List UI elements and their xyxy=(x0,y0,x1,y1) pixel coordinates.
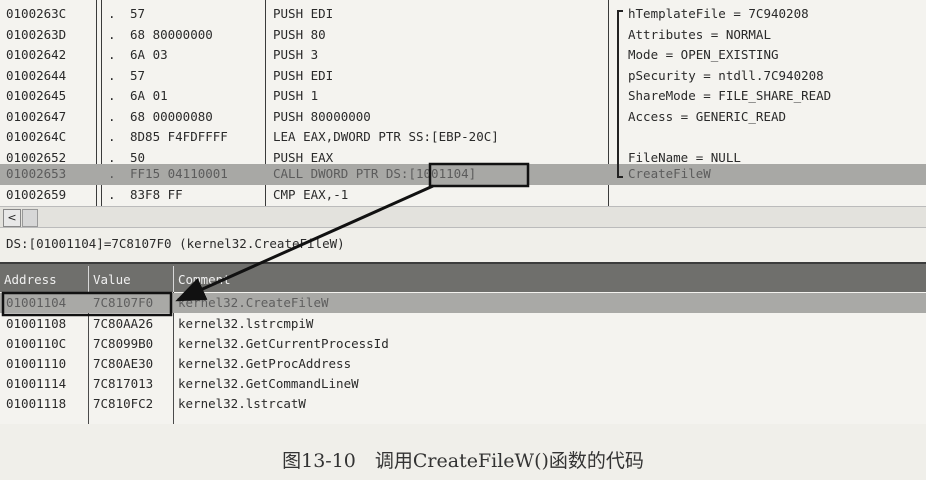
disasm-instruction: CALL DWORD PTR DS:[1001104] xyxy=(273,166,477,181)
dump-value: 7C80AE30 xyxy=(93,356,154,371)
disasm-address: 0100263C xyxy=(6,6,67,21)
disasm-marker: . xyxy=(108,129,116,144)
dump-address: 01001110 xyxy=(6,356,67,371)
disasm-instruction: LEA EAX,DWORD PTR SS:[EBP-20C] xyxy=(273,129,499,144)
disasm-comment: hTemplateFile = 7C940208 xyxy=(628,6,809,21)
scroll-thumb[interactable] xyxy=(22,209,38,227)
disasm-comment: Attributes = NORMAL xyxy=(628,26,771,42)
dump-row[interactable]: 01001118 7C810FC2 kernel32.lstrcatW xyxy=(0,394,926,414)
dump-value: 7C810FC2 xyxy=(93,396,154,411)
dump-address: 01001108 xyxy=(6,316,67,331)
disasm-marker: . xyxy=(108,26,116,42)
column-header-address[interactable]: Address xyxy=(0,270,88,290)
disasm-comment: ShareMode = FILE_SHARE_READ xyxy=(628,88,832,103)
dump-comment: kernel32.GetCommandLineW xyxy=(178,376,359,391)
dump-address: 01001104 xyxy=(6,295,67,310)
disasm-address: 01002653 xyxy=(6,166,67,181)
dump-header: Address Value Comment xyxy=(0,262,926,292)
disasm-comment: pSecurity = ntdll.7C940208 xyxy=(628,67,824,83)
argument-bracket xyxy=(617,10,623,178)
dump-pane[interactable]: Address Value Comment 01001104 7C8107F0 … xyxy=(0,262,926,424)
disasm-hex: 68 80000000 xyxy=(130,26,213,42)
disasm-comment: Access = GENERIC_READ xyxy=(628,108,787,124)
dump-comment: kernel32.GetCurrentProcessId xyxy=(178,336,389,351)
disasm-row[interactable]: 01002659 . 83F8 FF CMP EAX,-1 xyxy=(0,185,926,206)
disasm-instruction: CMP EAX,-1 xyxy=(273,186,349,202)
disasm-marker: . xyxy=(108,186,116,202)
scroll-left-arrow-icon[interactable]: < xyxy=(3,209,21,227)
dump-row[interactable]: 0100110C 7C8099B0 kernel32.GetCurrentPro… xyxy=(0,334,926,354)
disasm-comment: CreateFileW xyxy=(628,166,711,181)
disasm-hex: 8D85 F4FDFFFF xyxy=(130,129,228,144)
disasm-address: 01002644 xyxy=(6,67,67,83)
disasm-hex: 57 xyxy=(130,6,146,21)
dump-row[interactable]: 01001110 7C80AE30 kernel32.GetProcAddres… xyxy=(0,354,926,374)
disasm-row[interactable]: 01002644 . 57 PUSH EDI pSecurity = ntdll… xyxy=(0,66,926,87)
column-header-comment[interactable]: Comment xyxy=(174,270,474,290)
dump-value: 7C80AA26 xyxy=(93,316,154,331)
disasm-instruction: PUSH 1 xyxy=(273,88,319,103)
column-header-value[interactable]: Value xyxy=(89,270,173,290)
disasm-marker: . xyxy=(108,108,116,124)
disasm-row[interactable]: 0100263C . 57 PUSH EDI hTemplateFile = 7… xyxy=(0,4,926,25)
disasm-instruction: PUSH 80000000 xyxy=(273,108,371,124)
disasm-row[interactable]: 01002647 . 68 00000080 PUSH 80000000 Acc… xyxy=(0,107,926,128)
disasm-row-selected[interactable]: 01002653 . FF15 04110001 CALL DWORD PTR … xyxy=(0,164,926,185)
disasm-row[interactable]: 0100264C . 8D85 F4FDFFFF LEA EAX,DWORD P… xyxy=(0,127,926,148)
disasm-marker: . xyxy=(108,67,116,83)
dump-row-selected[interactable]: 01001104 7C8107F0 kernel32.CreateFileW xyxy=(0,293,926,313)
disasm-hex: 83F8 FF xyxy=(130,186,183,202)
dump-comment: kernel32.lstrcatW xyxy=(178,396,306,411)
disasm-address: 0100263D xyxy=(6,26,67,42)
disasm-hex: 68 00000080 xyxy=(130,108,213,124)
disasm-hex: 6A 03 xyxy=(130,47,168,62)
dump-row[interactable]: 01001114 7C817013 kernel32.GetCommandLin… xyxy=(0,374,926,394)
disassembly-pane[interactable]: 0100263C . 57 PUSH EDI hTemplateFile = 7… xyxy=(0,0,926,206)
dump-value: 7C817013 xyxy=(93,376,154,391)
dump-value: 7C8107F0 xyxy=(93,295,154,310)
disasm-comment: Mode = OPEN_EXISTING xyxy=(628,47,779,62)
dump-address: 0100110C xyxy=(6,336,67,351)
disasm-address: 01002642 xyxy=(6,47,67,62)
disasm-instruction: PUSH 80 xyxy=(273,26,326,42)
disasm-instruction: PUSH EDI xyxy=(273,67,334,83)
disasm-row[interactable]: 0100263D . 68 80000000 PUSH 80 Attribute… xyxy=(0,25,926,46)
disasm-row[interactable]: 01002642 . 6A 03 PUSH 3 Mode = OPEN_EXIS… xyxy=(0,45,926,66)
dump-comment: kernel32.GetProcAddress xyxy=(178,356,352,371)
disasm-hex: FF15 04110001 xyxy=(130,166,228,181)
info-line: DS:[01001104]=7C8107F0 (kernel32.CreateF… xyxy=(6,236,345,251)
disasm-marker: . xyxy=(108,88,116,103)
disasm-marker: . xyxy=(108,6,116,21)
dump-row[interactable]: 01001108 7C80AA26 kernel32.lstrcmpiW xyxy=(0,314,926,334)
disasm-address: 01002647 xyxy=(6,108,67,124)
dump-address: 01001114 xyxy=(6,376,67,391)
disasm-address: 0100264C xyxy=(6,129,67,144)
horizontal-scrollbar[interactable]: < xyxy=(0,206,926,228)
disasm-instruction: PUSH 3 xyxy=(273,47,319,62)
disasm-hex: 6A 01 xyxy=(130,88,168,103)
disasm-hex: 57 xyxy=(130,67,146,83)
disasm-marker: . xyxy=(108,47,116,62)
figure-caption: 图13-10 调用CreateFileW()函数的代码 xyxy=(282,450,644,472)
dump-comment: kernel32.CreateFileW xyxy=(178,295,329,310)
disasm-address: 01002645 xyxy=(6,88,67,103)
dump-value: 7C8099B0 xyxy=(93,336,154,351)
disasm-row[interactable]: 01002645 . 6A 01 PUSH 1 ShareMode = FILE… xyxy=(0,86,926,107)
dump-address: 01001118 xyxy=(6,396,67,411)
disasm-address: 01002659 xyxy=(6,186,67,202)
disasm-instruction: PUSH EDI xyxy=(273,6,334,21)
disasm-marker: . xyxy=(108,166,116,181)
dump-comment: kernel32.lstrcmpiW xyxy=(178,316,314,331)
